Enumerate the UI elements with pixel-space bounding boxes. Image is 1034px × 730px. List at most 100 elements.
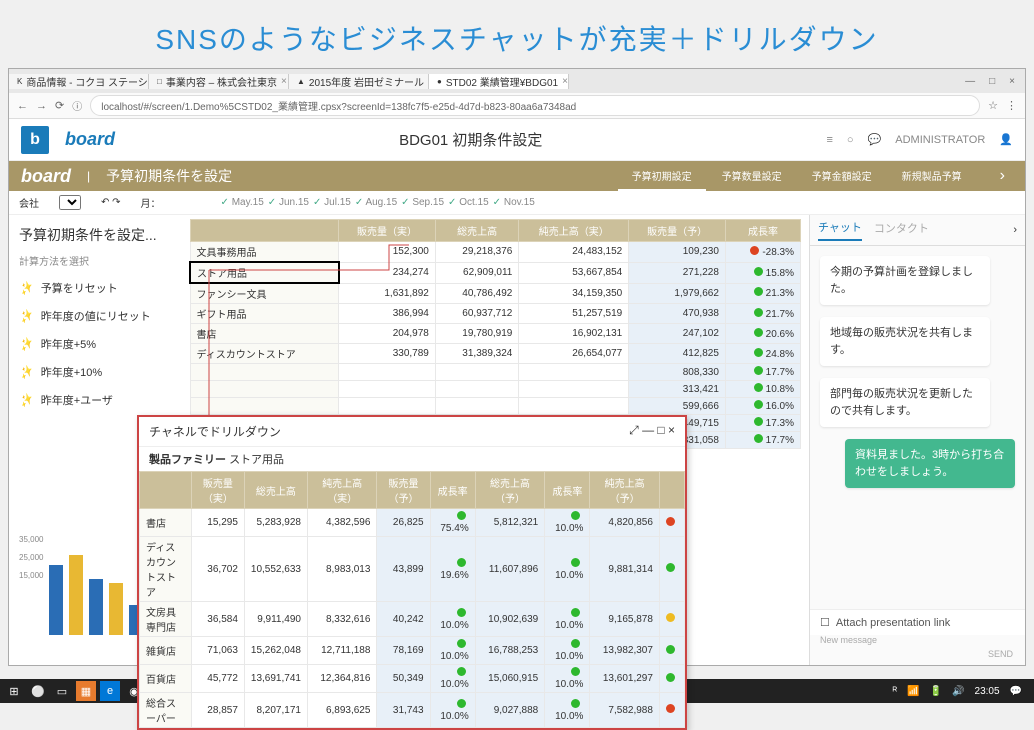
month-filter[interactable]: May.15 bbox=[221, 197, 264, 208]
chat-message: 地域毎の販売状況を共有します。 bbox=[820, 317, 990, 366]
search-icon[interactable]: ⚪ bbox=[28, 681, 48, 701]
wand-icon: ✨ bbox=[17, 363, 35, 381]
table-row[interactable]: ディスカウントストア330,78931,389,32426,654,077412… bbox=[190, 344, 801, 364]
table-row[interactable]: 文具事務用品152,30029,218,37624,483,152109,230… bbox=[190, 242, 801, 263]
month-filter[interactable]: Nov.15 bbox=[493, 197, 535, 208]
company-select[interactable] bbox=[59, 195, 81, 210]
drill-row[interactable]: ディスカウントストア36,70210,552,6338,983,01343,89… bbox=[140, 537, 685, 602]
reload-icon[interactable]: ⟳ bbox=[55, 99, 64, 112]
bar bbox=[89, 579, 103, 635]
star-icon[interactable]: ☆ bbox=[988, 99, 998, 112]
nav-tab[interactable]: 新規製品予算 bbox=[888, 162, 976, 191]
logo-icon[interactable]: b bbox=[21, 126, 49, 154]
maximize-icon[interactable]: □ bbox=[989, 76, 995, 87]
browser-tabs: K商品情報 - コクヨ ステーシ×□事業内容 – 株式会社東京×▲2015年度 … bbox=[9, 69, 1025, 93]
browser-tab[interactable]: ▲2015年度 岩田ゼミナール× bbox=[289, 74, 429, 89]
nav-tab[interactable]: 予算金額設定 bbox=[798, 162, 886, 191]
month-filter[interactable]: Aug.15 bbox=[355, 197, 397, 208]
chat-expand-icon[interactable]: › bbox=[1013, 224, 1017, 236]
bar bbox=[69, 555, 83, 635]
table-row[interactable]: ストア用品234,27462,909,01153,667,854271,2281… bbox=[190, 262, 801, 283]
browser-tab[interactable]: K商品情報 - コクヨ ステーシ× bbox=[9, 74, 149, 89]
drill-sub-label: 製品ファミリー bbox=[149, 454, 226, 466]
brand-logo: board bbox=[65, 129, 115, 150]
content-area: 予算初期条件を設定... 計算方法を選択 ✨予算をリセット✨昨年度の値にリセット… bbox=[9, 215, 1025, 665]
wand-icon: ✨ bbox=[17, 335, 35, 353]
chat-message: 部門毎の販売状況を更新したので共有します。 bbox=[820, 378, 990, 427]
drill-row[interactable]: 文房具専門店36,5849,911,4908,332,61640,24210.0… bbox=[140, 602, 685, 637]
drill-sub-value: ストア用品 bbox=[229, 454, 284, 466]
chat-icon[interactable]: 💬 bbox=[868, 133, 882, 146]
month-filter[interactable]: Jun.15 bbox=[268, 197, 309, 208]
forward-icon[interactable]: → bbox=[36, 100, 47, 112]
chat-tab-contact[interactable]: コンタクト bbox=[874, 220, 929, 240]
action-item[interactable]: ✨昨年度の値にリセット bbox=[19, 302, 179, 330]
table-row[interactable]: 808,33017.7% bbox=[190, 364, 801, 381]
drill-title: チャネルでドリルダウン bbox=[149, 423, 281, 440]
table-row[interactable]: 599,66616.0% bbox=[190, 398, 801, 415]
task-view-icon[interactable]: ▭ bbox=[52, 681, 72, 701]
start-icon[interactable]: ⊞ bbox=[4, 681, 24, 701]
chat-message: 資料見ました。3時から打ち合わせをしましょう。 bbox=[845, 439, 1015, 488]
nav-bar: board | 予算初期条件を設定 予算初期設定予算数量設定予算金額設定新規製品… bbox=[9, 161, 1025, 191]
hamburger-icon[interactable]: ≡ bbox=[826, 134, 832, 146]
table-row[interactable]: 313,42110.8% bbox=[190, 381, 801, 398]
browser-tab[interactable]: ●STD02 業績管理¥BDG01× bbox=[429, 74, 569, 89]
notification-icon[interactable]: 💬 bbox=[1010, 686, 1022, 697]
action-item[interactable]: ✨昨年度+5% bbox=[19, 330, 179, 358]
table-row[interactable]: ファンシー文具1,631,89240,786,49234,159,3501,97… bbox=[190, 283, 801, 304]
nav-title: 予算初期条件を設定 bbox=[106, 166, 232, 186]
month-filter[interactable]: Oct.15 bbox=[448, 197, 489, 208]
nav-next-icon[interactable]: › bbox=[992, 167, 1013, 185]
wand-icon: ✨ bbox=[17, 279, 35, 297]
month-filter[interactable]: Sep.15 bbox=[401, 197, 444, 208]
action-item[interactable]: ✨昨年度+ユーザ bbox=[19, 386, 179, 414]
url-input[interactable]: localhost/#/screen/1.Demo%5CSTD02_業績管理.c… bbox=[90, 95, 980, 116]
edge-icon[interactable]: e bbox=[100, 681, 120, 701]
month-filter[interactable]: Jul.15 bbox=[313, 197, 351, 208]
action-item[interactable]: ✨予算をリセット bbox=[19, 274, 179, 302]
wand-icon: ✨ bbox=[17, 307, 35, 325]
filter-bar: 会社 ↶ ↷ 月： May.15Jun.15Jul.15Aug.15Sep.15… bbox=[9, 191, 1025, 215]
user-icon[interactable]: 👤 bbox=[999, 133, 1013, 146]
company-label: 会社 bbox=[19, 195, 39, 210]
table-row[interactable]: ギフト用品386,99460,937,71251,257,519470,9382… bbox=[190, 304, 801, 324]
back-icon[interactable]: ← bbox=[17, 100, 28, 112]
month-label: 月： bbox=[141, 195, 161, 210]
nav-tab[interactable]: 予算数量設定 bbox=[708, 162, 796, 191]
page-title: BDG01 初期条件設定 bbox=[131, 129, 810, 150]
close-icon[interactable]: × bbox=[1009, 76, 1015, 87]
menu-icon[interactable]: ⋮ bbox=[1006, 99, 1017, 112]
section-title: 予算初期条件を設定... bbox=[19, 225, 179, 245]
drill-row[interactable]: 雑貨店71,06315,262,04812,711,18878,16910.0%… bbox=[140, 637, 685, 665]
wand-icon: ✨ bbox=[17, 391, 35, 409]
address-bar: ← → ⟳ ⓘ localhost/#/screen/1.Demo%5CSTD0… bbox=[9, 93, 1025, 119]
nav-logo: board bbox=[21, 166, 71, 187]
minimize-icon[interactable]: — bbox=[965, 76, 975, 87]
drill-row[interactable]: 百貨店45,77213,691,74112,364,81650,34910.0%… bbox=[140, 665, 685, 693]
drill-table: 販売量（実）総売上高純売上高（実）販売量（予）成長率総売上高（予）成長率純売上高… bbox=[139, 471, 685, 728]
volume-icon[interactable]: 🔊 bbox=[952, 686, 964, 697]
drill-window-controls[interactable]: ⤢ — □ × bbox=[629, 423, 675, 440]
slide-title: SNSのようなビジネスチャットが充実＋ドリルダウン bbox=[0, 0, 1034, 68]
sub-label: 計算方法を選択 bbox=[19, 253, 179, 268]
drill-row[interactable]: 書店15,2955,283,9284,382,59626,82575.4%5,8… bbox=[140, 509, 685, 537]
battery-icon[interactable]: 🔋 bbox=[930, 686, 942, 697]
bar bbox=[109, 583, 123, 635]
user-label[interactable]: ADMINISTRATOR bbox=[895, 134, 985, 146]
y-axis-tick: 35,00025,00015,000 bbox=[19, 535, 43, 580]
window-buttons[interactable]: — □ × bbox=[955, 76, 1025, 87]
action-item[interactable]: ✨昨年度+10% bbox=[19, 358, 179, 386]
chat-tab-chat[interactable]: チャット bbox=[818, 219, 862, 241]
browser-tab[interactable]: □事業内容 – 株式会社東京× bbox=[149, 74, 289, 89]
app-icon[interactable]: ▦ bbox=[76, 681, 96, 701]
tray-up-icon[interactable]: ᴿ bbox=[893, 686, 898, 697]
chat-message: 今期の予算計画を登録しました。 bbox=[820, 256, 990, 305]
table-row[interactable]: 書店204,97819,780,91916,902,131247,10220.6… bbox=[190, 324, 801, 344]
drill-row[interactable]: 総合スーパー28,8578,207,1716,893,62531,74310.0… bbox=[140, 693, 685, 728]
circle-icon[interactable]: ○ bbox=[847, 134, 854, 146]
wifi-icon[interactable]: 📶 bbox=[907, 686, 919, 697]
nav-tab[interactable]: 予算初期設定 bbox=[618, 162, 706, 191]
bar bbox=[49, 565, 63, 635]
clock[interactable]: 23:05 bbox=[975, 686, 1000, 697]
